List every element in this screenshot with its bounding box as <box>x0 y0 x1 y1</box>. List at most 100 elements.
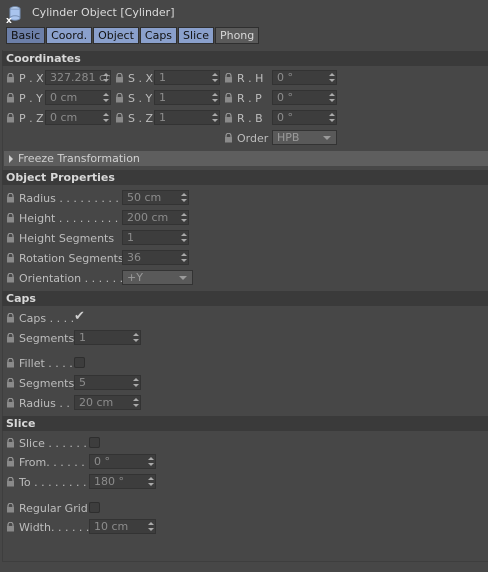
lock-icon[interactable] <box>6 358 15 368</box>
tab-basic[interactable]: Basic <box>6 27 46 44</box>
label-height: Height . . . . . . . . . . <box>19 212 126 225</box>
spinner-icon[interactable] <box>148 477 154 487</box>
lock-icon[interactable] <box>115 93 124 103</box>
lock-icon[interactable] <box>6 522 15 532</box>
sz-field[interactable]: 1 <box>154 110 220 125</box>
caps-checkbox[interactable]: ✔ <box>74 310 85 323</box>
lock-icon[interactable] <box>6 113 15 123</box>
rotation-segments-field[interactable]: 36 <box>122 250 189 265</box>
spinner-icon[interactable] <box>212 93 218 103</box>
order-dropdown[interactable]: HPB <box>272 130 337 145</box>
regular-grid-checkbox[interactable] <box>89 502 100 513</box>
sx-field[interactable]: 1 <box>154 70 220 85</box>
lock-icon[interactable] <box>6 313 15 323</box>
spinner-icon[interactable] <box>181 213 187 223</box>
lock-icon[interactable] <box>6 93 15 103</box>
spinner-icon[interactable] <box>212 73 218 83</box>
label-sx: S . X <box>128 72 154 85</box>
section-object-properties: Object Properties <box>2 170 488 185</box>
tab-caps[interactable]: Caps <box>139 27 178 44</box>
pz-field[interactable]: 0 cm <box>45 110 111 125</box>
caps-segments-field[interactable]: 1 <box>74 330 141 345</box>
label-caps-segments: Segments <box>19 332 75 345</box>
label-rotation-segments: Rotation Segments <box>19 252 124 265</box>
label-sy: S . Y <box>128 92 153 105</box>
lock-icon[interactable] <box>224 73 233 83</box>
sy-field[interactable]: 1 <box>154 90 220 105</box>
expand-triangle-icon[interactable] <box>9 155 13 163</box>
lock-icon[interactable] <box>224 93 233 103</box>
to-field[interactable]: 180 ° <box>89 474 156 489</box>
lock-icon[interactable] <box>6 193 15 203</box>
label-py: P . Y <box>19 92 43 105</box>
orientation-dropdown[interactable]: +Y <box>122 270 193 285</box>
rb-field[interactable]: 0 ° <box>272 110 337 125</box>
spinner-icon[interactable] <box>329 73 335 83</box>
lock-icon[interactable] <box>6 273 15 283</box>
label-height-segments: Height Segments <box>19 232 115 245</box>
label-width: Width. . . . . . <box>19 521 90 534</box>
spinner-icon[interactable] <box>103 73 109 83</box>
chevron-down-icon <box>179 276 187 280</box>
tab-coord[interactable]: Coord. <box>46 27 93 44</box>
lock-icon[interactable] <box>115 113 124 123</box>
freeze-transformation-label: Freeze Transformation <box>18 152 140 165</box>
lock-icon[interactable] <box>6 503 15 513</box>
label-fillet-segments: Segments <box>19 377 75 390</box>
spinner-icon[interactable] <box>181 233 187 243</box>
spinner-icon[interactable] <box>212 113 218 123</box>
section-slice: Slice <box>2 416 488 431</box>
height-field[interactable]: 200 cm <box>122 210 189 225</box>
spinner-icon[interactable] <box>103 113 109 123</box>
lock-icon[interactable] <box>6 438 15 448</box>
label-rp: R . P <box>237 92 262 105</box>
spinner-icon[interactable] <box>329 113 335 123</box>
lock-icon[interactable] <box>6 457 15 467</box>
py-field[interactable]: 0 cm <box>45 90 111 105</box>
spinner-icon[interactable] <box>148 522 154 532</box>
label-order: Order <box>237 132 269 145</box>
lock-icon[interactable] <box>6 477 15 487</box>
lock-icon[interactable] <box>6 378 15 388</box>
lock-icon[interactable] <box>224 113 233 123</box>
slice-checkbox[interactable] <box>89 437 100 448</box>
label-px: P . X <box>19 72 44 85</box>
section-caps: Caps <box>2 291 488 306</box>
lock-icon[interactable] <box>115 73 124 83</box>
label-sz: S . Z <box>128 112 154 125</box>
spinner-icon[interactable] <box>181 193 187 203</box>
label-caps: Caps . . . . <box>19 312 75 325</box>
lock-icon[interactable] <box>6 73 15 83</box>
cylinder-object-icon: x <box>5 4 23 26</box>
height-segments-field[interactable]: 1 <box>122 230 189 245</box>
spinner-icon[interactable] <box>133 378 139 388</box>
from-field[interactable]: 0 ° <box>89 454 156 469</box>
spinner-icon[interactable] <box>133 398 139 408</box>
lock-icon[interactable] <box>6 233 15 243</box>
tab-bar: Basic Coord. Object Caps Slice Phong <box>6 27 260 44</box>
rp-field[interactable]: 0 ° <box>272 90 337 105</box>
spinner-icon[interactable] <box>148 457 154 467</box>
lock-icon[interactable] <box>6 333 15 343</box>
fillet-radius-field[interactable]: 20 cm <box>74 395 141 410</box>
spinner-icon[interactable] <box>181 253 187 263</box>
lock-icon[interactable] <box>6 398 15 408</box>
label-rh: R . H <box>237 72 264 85</box>
tab-slice[interactable]: Slice <box>178 27 214 44</box>
lock-icon[interactable] <box>224 133 233 143</box>
tab-object[interactable]: Object <box>93 27 139 44</box>
spinner-icon[interactable] <box>329 93 335 103</box>
tab-phong[interactable]: Phong <box>214 27 260 44</box>
fillet-checkbox[interactable] <box>74 357 85 368</box>
fillet-segments-field[interactable]: 5 <box>74 375 141 390</box>
section-coordinates: Coordinates <box>2 51 488 66</box>
px-field[interactable]: 327.281 cm <box>45 70 111 85</box>
radius-field[interactable]: 50 cm <box>122 190 189 205</box>
spinner-icon[interactable] <box>133 333 139 343</box>
freeze-transformation-group[interactable]: Freeze Transformation <box>4 151 488 166</box>
spinner-icon[interactable] <box>103 93 109 103</box>
lock-icon[interactable] <box>6 253 15 263</box>
rh-field[interactable]: 0 ° <box>272 70 337 85</box>
width-field[interactable]: 10 cm <box>89 519 156 534</box>
lock-icon[interactable] <box>6 213 15 223</box>
